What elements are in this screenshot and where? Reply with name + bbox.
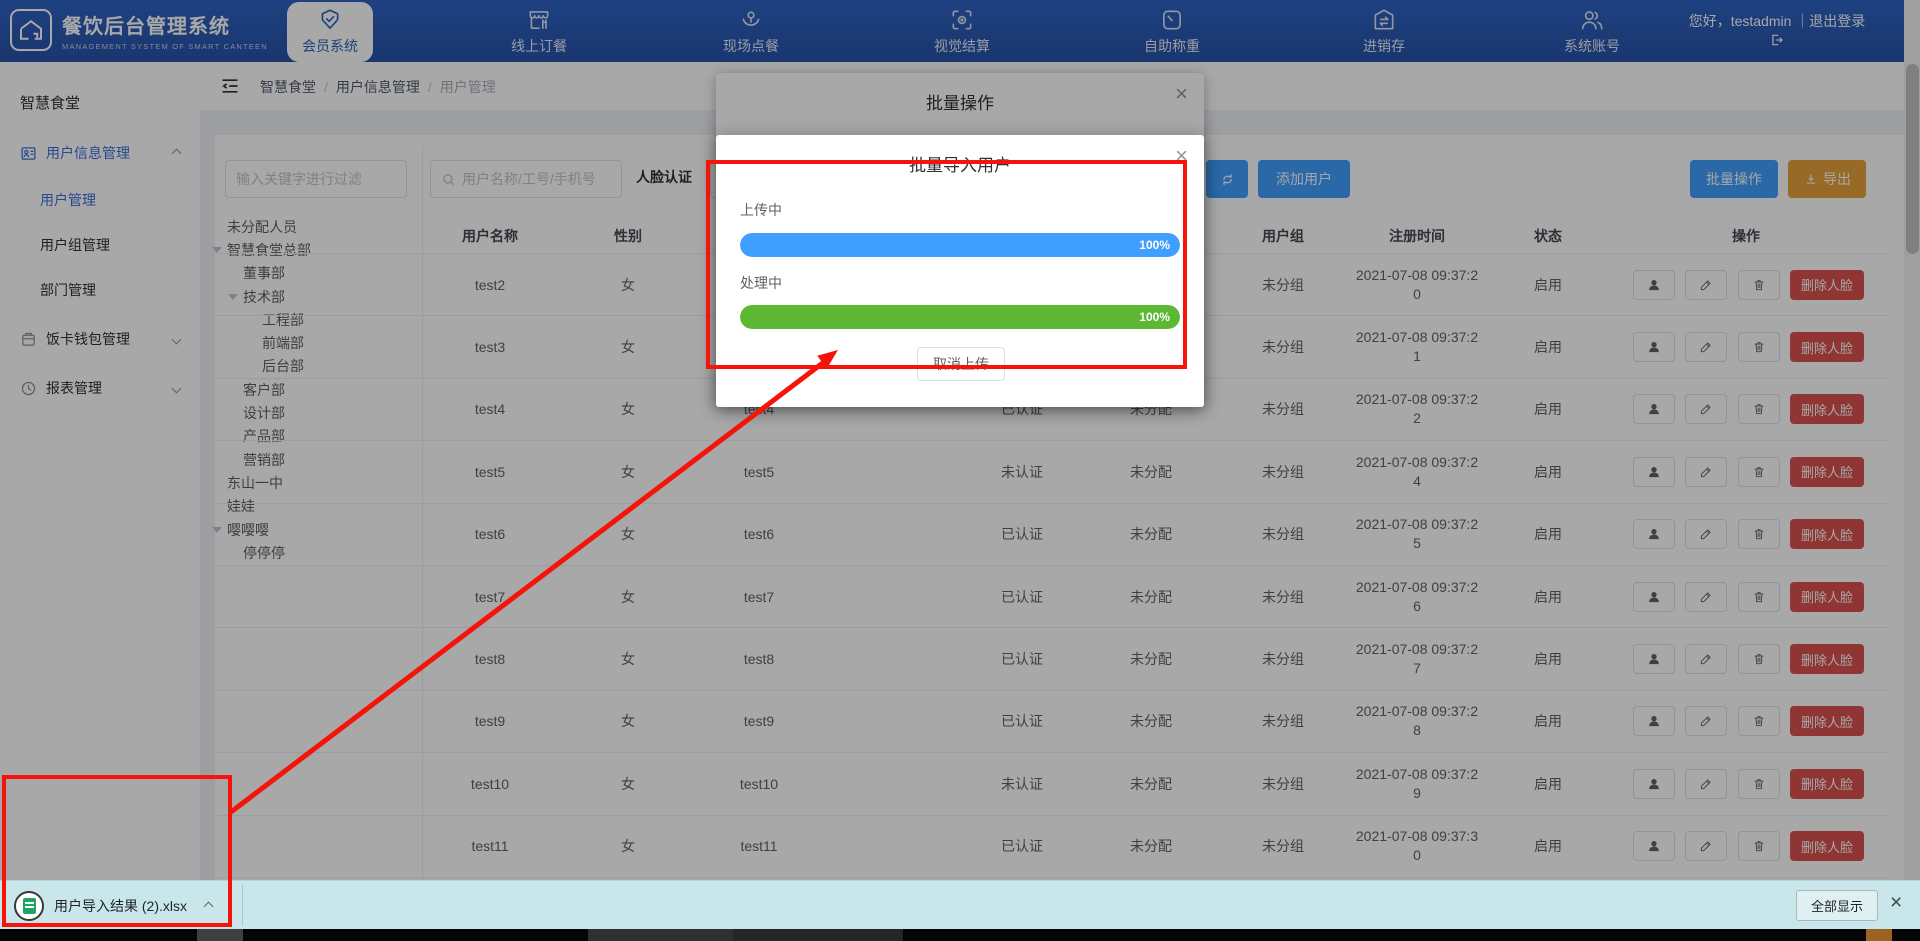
app-root: 餐饮后台管理系统 MANAGEMENT SYSTEM OF SMART CANT…: [0, 0, 1920, 941]
upload-percent: 100%: [1139, 238, 1170, 252]
upload-label: 上传中: [740, 200, 782, 220]
process-progress-bar: 100%: [740, 305, 1180, 329]
download-item[interactable]: 用户导入结果 (2).xlsx: [14, 890, 212, 922]
show-all-downloads-button[interactable]: 全部显示: [1796, 890, 1878, 921]
excel-file-icon: [14, 891, 44, 921]
download-shelf: 用户导入结果 (2).xlsx 全部显示 ×: [0, 880, 1920, 929]
taskbar-strip: [0, 929, 1920, 941]
close-icon[interactable]: ×: [1175, 145, 1188, 167]
process-label: 处理中: [740, 273, 782, 293]
download-filename: 用户导入结果 (2).xlsx: [54, 896, 187, 916]
upload-progress-bar: 100%: [740, 233, 1180, 257]
dialog-title: 批量导入用户: [716, 151, 1204, 176]
shelf-separator: [242, 885, 243, 926]
cancel-upload-button[interactable]: 取消上传: [917, 347, 1005, 381]
close-shelf-icon[interactable]: ×: [1890, 892, 1902, 913]
batch-import-dialog: 批量导入用户 × 上传中 100% 处理中 100% 取消上传: [716, 135, 1204, 407]
chevron-up-icon[interactable]: [204, 901, 214, 911]
process-percent: 100%: [1139, 310, 1170, 324]
